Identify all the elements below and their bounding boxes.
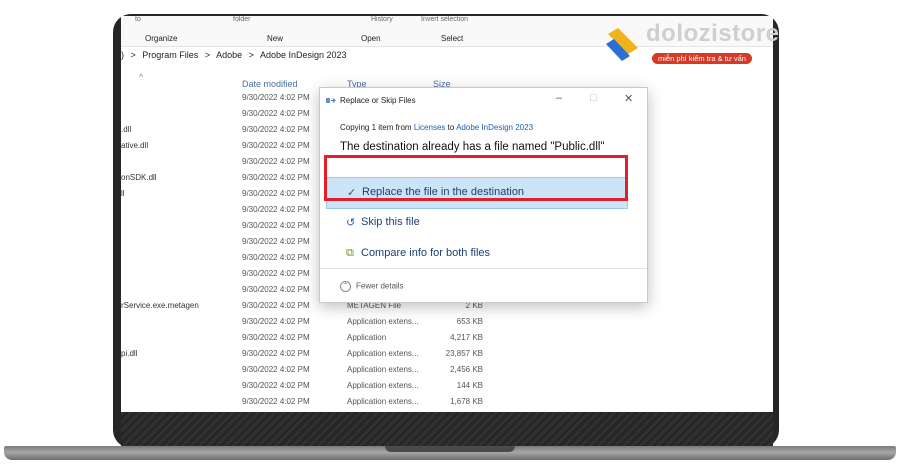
highlight-box [324,155,628,201]
breadcrumb-part[interactable]: Program Files [142,50,198,60]
brand-logo-icon [606,28,638,61]
copy-prefix: Copying 1 item from [340,123,414,132]
ribbon-cut-label: folder [233,16,251,23]
file-date: 9/30/2022 4:02 PM [242,349,310,358]
divider [320,268,647,269]
copy-files-icon [326,98,336,103]
file-date: 9/30/2022 4:02 PM [242,237,310,246]
file-name: rService.exe.metagen [121,301,199,310]
file-name: onSDK.dll [121,173,157,182]
file-date: 9/30/2022 4:02 PM [242,221,310,230]
watermark-brand: dolozistore [646,20,780,47]
ribbon-new[interactable]: New [267,34,283,43]
file-date: 9/30/2022 4:02 PM [242,365,310,374]
file-date: 9/30/2022 4:02 PM [242,141,310,150]
source-folder-link[interactable]: Licenses [414,123,446,132]
maximize-icon[interactable]: □ [590,92,597,104]
file-size: 653 KB [456,317,483,326]
option-label: Skip this file [361,216,420,228]
breadcrumb[interactable]: ) > Program Files > Adobe > Adobe InDesi… [121,50,351,68]
laptop-notch [385,446,515,452]
sort-caret-icon[interactable]: ^ [139,72,143,82]
table-row[interactable]: 9/30/2022 4:02 PM Application extens... 2,… [121,362,501,378]
fewer-details-label: Fewer details [356,281,404,291]
file-date: 9/30/2022 4:02 PM [242,253,310,262]
breadcrumb-separator: > [204,50,211,60]
file-date: 9/30/2022 4:02 PM [242,301,310,310]
watermark-tagline: miễn phí kiểm tra & tư vấn [652,53,752,64]
file-date: 9/30/2022 4:02 PM [242,109,310,118]
skip-file-option[interactable]: ↺ Skip this file [326,208,626,238]
file-date: 9/30/2022 4:02 PM [242,125,310,134]
file-size: 4,217 KB [450,333,483,342]
chevron-up-icon: ⌃ [340,281,351,292]
option-label: Compare info for both files [361,247,491,259]
fewer-details-toggle[interactable]: ⌃ Fewer details [340,281,404,292]
copy-mid: to [445,123,457,132]
file-size: 23,857 KB [445,349,483,358]
table-row[interactable]: 9/30/2022 4:02 PM Application extens... 1,… [121,394,501,410]
breadcrumb-part[interactable]: ) [121,50,124,60]
file-size: 144 KB [456,381,483,390]
table-row[interactable]: 9/30/2022 4:02 PM Application extens... 14… [121,378,501,394]
file-name: .dll [121,125,132,134]
ribbon-cut-label: History [371,16,393,23]
file-size: 2,456 KB [450,365,483,374]
file-name: ative.dll [121,141,149,150]
file-date: 9/30/2022 4:02 PM [242,157,310,166]
file-type: Application extens... [347,349,419,358]
file-date: 9/30/2022 4:02 PM [242,397,310,406]
close-icon[interactable]: ✕ [624,92,633,105]
file-type: Application extens... [347,317,419,326]
dialog-title: Replace or Skip Files [340,96,416,105]
ribbon-cut-label: to [135,16,141,23]
conflict-headline: The destination already has a file named… [340,141,605,153]
file-date: 9/30/2022 4:02 PM [242,317,310,326]
file-type: Application extens... [347,365,419,374]
breadcrumb-separator: > [248,50,254,60]
file-date: 9/30/2022 4:02 PM [242,189,310,198]
ribbon-open[interactable]: Open [361,34,381,43]
table-row[interactable]: pi.dll 9/30/2022 4:02 PM Application exten… [121,346,501,362]
breadcrumb-part[interactable]: Adobe InDesign 2023 [260,50,347,60]
file-date: 9/30/2022 4:02 PM [242,205,310,214]
file-type: Application extens... [347,381,419,390]
file-date: 9/30/2022 4:02 PM [242,173,310,182]
ribbon-select[interactable]: Select [441,34,463,43]
file-type: Application [347,333,387,342]
file-type: Application extens... [347,397,419,406]
ribbon-cut-label: Invert selection [421,16,469,23]
file-date: 9/30/2022 4:02 PM [242,381,310,390]
ribbon-organize[interactable]: Organize [145,34,177,43]
compare-icon: ⧉ [346,247,354,259]
skip-icon: ↺ [346,217,356,229]
file-name: pi.dll [121,349,138,358]
file-size: 1,678 KB [450,397,483,406]
file-date: 9/30/2022 4:02 PM [242,93,310,102]
compare-files-option[interactable]: ⧉ Compare info for both files [326,239,626,269]
file-name: ll [121,189,125,198]
breadcrumb-part[interactable]: Adobe [216,50,242,60]
table-row[interactable]: 9/30/2022 4:02 PMApplication1,953 KB [121,410,501,412]
minimize-icon[interactable]: – [556,92,562,104]
column-header-date[interactable]: Date modified [242,79,298,89]
table-row[interactable]: 9/30/2022 4:02 PM Application 4,217 KB [121,330,501,346]
file-date: 9/30/2022 4:02 PM [242,269,310,278]
screen-bottom-edge [121,412,773,446]
table-row[interactable]: 9/30/2022 4:02 PM Application extens... 65… [121,314,501,330]
breadcrumb-separator: > [130,50,136,60]
file-date: 9/30/2022 4:02 PM [242,333,310,342]
file-date: 9/30/2022 4:02 PM [242,285,310,294]
copy-status: Copying 1 item from Licenses to Adobe In… [340,123,533,132]
destination-folder-link[interactable]: Adobe InDesign 2023 [456,123,533,132]
